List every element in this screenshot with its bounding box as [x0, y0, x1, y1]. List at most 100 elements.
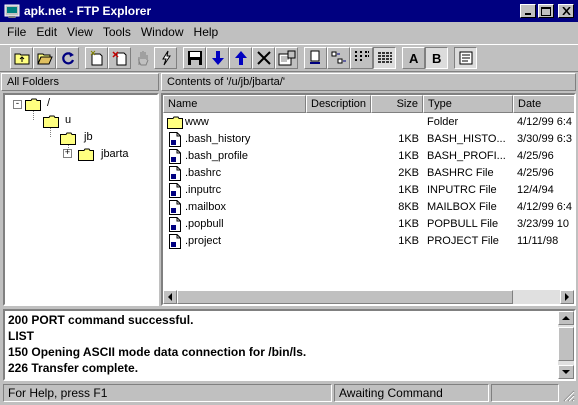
- file-name-cell[interactable]: .project: [185, 233, 305, 250]
- up-folder-icon: [14, 53, 29, 65]
- expand-jbarta-toggle[interactable]: +: [63, 149, 72, 158]
- log-scroll-thumb[interactable]: [558, 327, 574, 361]
- new-folder-button[interactable]: [85, 47, 108, 69]
- maximize-icon: [541, 6, 551, 16]
- save-icon: [187, 51, 202, 65]
- file-desc-cell: [310, 148, 370, 165]
- file-row[interactable]: .bash_history 1KB BASH_HISTO... 3/30/99 6:3: [163, 131, 574, 148]
- file-name-cell[interactable]: .bash_history: [185, 131, 305, 148]
- details-view-button[interactable]: [373, 47, 396, 69]
- file-row[interactable]: .popbull 1KB POPBULL File 3/23/99 10: [163, 216, 574, 233]
- file-name-cell[interactable]: .inputrc: [185, 182, 305, 199]
- letter-a-icon: A: [409, 51, 419, 66]
- cancel-button[interactable]: [252, 47, 275, 69]
- upload-arrow-icon: [234, 51, 247, 65]
- folder-icon: [60, 132, 76, 145]
- resize-grip-icon[interactable]: [562, 389, 575, 402]
- menu-help[interactable]: Help: [189, 25, 224, 39]
- arrow-left-icon: [168, 293, 172, 301]
- file-row[interactable]: .bash_profile 1KB BASH_PROFI... 4/25/96: [163, 148, 574, 165]
- file-row[interactable]: .project 1KB PROJECT File 11/11/98: [163, 233, 574, 250]
- tree-item-root[interactable]: /: [47, 97, 50, 109]
- file-row[interactable]: .inputrc 1KB INPUTRC File 12/4/94: [163, 182, 574, 199]
- connect-button[interactable]: [154, 47, 177, 69]
- file-row[interactable]: .mailbox 8KB MAILBOX File 4/12/99 6:4: [163, 199, 574, 216]
- file-name-cell[interactable]: .mailbox: [185, 199, 305, 216]
- column-header-name[interactable]: Name: [163, 95, 306, 113]
- small-icons-button[interactable]: [327, 47, 350, 69]
- scroll-thumb[interactable]: [177, 290, 513, 304]
- folder-icon: [78, 148, 94, 161]
- tree-item-u[interactable]: u: [65, 114, 71, 126]
- refresh-button[interactable]: [56, 47, 79, 69]
- properties-button[interactable]: [275, 47, 298, 69]
- file-row[interactable]: .bashrc 2KB BASHRC File 4/25/96: [163, 165, 574, 182]
- open-folder-button[interactable]: [33, 47, 56, 69]
- refresh-icon: [61, 52, 74, 65]
- file-date-cell: 11/11/98: [517, 235, 559, 247]
- log-line: LIST: [8, 329, 34, 343]
- list-view-button[interactable]: [350, 47, 373, 69]
- save-button[interactable]: [183, 47, 206, 69]
- log-vertical-scrollbar[interactable]: [558, 311, 574, 379]
- maximize-button[interactable]: [538, 4, 554, 18]
- new-item-icon: [90, 50, 102, 66]
- scroll-left-button[interactable]: [163, 290, 177, 304]
- file-type-cell: MAILBOX File: [427, 201, 497, 213]
- file-type-cell: BASHRC File: [427, 167, 494, 179]
- file-type-cell: INPUTRC File: [427, 184, 497, 196]
- svg-text:A: A: [409, 51, 419, 66]
- minimize-button[interactable]: [520, 4, 536, 18]
- download-button[interactable]: [206, 47, 229, 69]
- tree-item-jbarta[interactable]: jbarta: [101, 148, 129, 160]
- column-header-date[interactable]: Date: [513, 95, 574, 113]
- up-folder-button[interactable]: [10, 47, 33, 69]
- log-line: 150 Opening ASCII mode data connection f…: [8, 345, 307, 359]
- tree-item-jb[interactable]: jb: [84, 131, 93, 143]
- minimize-icon: [525, 13, 531, 15]
- menu-file[interactable]: File: [2, 25, 31, 39]
- file-name-cell[interactable]: .popbull: [185, 216, 305, 233]
- close-button[interactable]: [558, 4, 574, 18]
- file-icon: [169, 183, 181, 198]
- binary-mode-button[interactable]: B: [425, 47, 448, 69]
- contents-pane-header: Contents of '/u/jb/jbarta/': [161, 73, 576, 91]
- list-view-icon: [354, 51, 369, 61]
- scroll-right-button[interactable]: [560, 290, 574, 304]
- menu-view[interactable]: View: [62, 25, 98, 39]
- scroll-up-button[interactable]: [558, 311, 574, 325]
- menu-tools[interactable]: Tools: [98, 25, 136, 39]
- column-header-size[interactable]: Size: [371, 95, 423, 113]
- large-icons-button[interactable]: [304, 47, 327, 69]
- log-window-button[interactable]: [454, 47, 477, 69]
- file-name-cell[interactable]: .bash_profile: [185, 148, 305, 165]
- log-line: 200 PORT command successful.: [8, 313, 194, 327]
- delete-file-button[interactable]: [108, 47, 131, 69]
- status-state: Awaiting Command: [334, 384, 489, 402]
- stop-button[interactable]: [131, 47, 154, 69]
- menu-bar: File Edit View Tools Window Help: [0, 22, 578, 42]
- collapse-root-toggle[interactable]: -: [13, 100, 22, 109]
- ascii-mode-button[interactable]: A: [402, 47, 425, 69]
- file-name-cell[interactable]: .bashrc: [185, 165, 305, 182]
- column-header-description[interactable]: Description: [306, 95, 371, 113]
- log-line: 226 Transfer complete.: [8, 361, 139, 375]
- scroll-down-button[interactable]: [558, 365, 574, 379]
- upload-button[interactable]: [229, 47, 252, 69]
- x-icon: [256, 51, 271, 65]
- menu-window[interactable]: Window: [136, 25, 189, 39]
- file-name-cell[interactable]: www: [185, 114, 305, 131]
- file-size-cell: 1KB: [398, 150, 419, 162]
- close-icon: [561, 7, 571, 15]
- window-title: apk.net - FTP Explorer: [24, 4, 152, 18]
- menu-edit[interactable]: Edit: [31, 25, 62, 39]
- letter-b-icon: B: [432, 51, 441, 66]
- horizontal-scrollbar[interactable]: [163, 290, 574, 304]
- file-type-cell: POPBULL File: [427, 218, 499, 230]
- title-bar: apk.net - FTP Explorer: [0, 0, 578, 22]
- file-date-cell: 12/4/94: [517, 184, 554, 196]
- file-icon: [169, 200, 181, 215]
- column-header-type[interactable]: Type: [423, 95, 513, 113]
- file-size-cell: 1KB: [398, 133, 419, 145]
- file-row[interactable]: www Folder 4/12/99 6:4: [163, 114, 574, 131]
